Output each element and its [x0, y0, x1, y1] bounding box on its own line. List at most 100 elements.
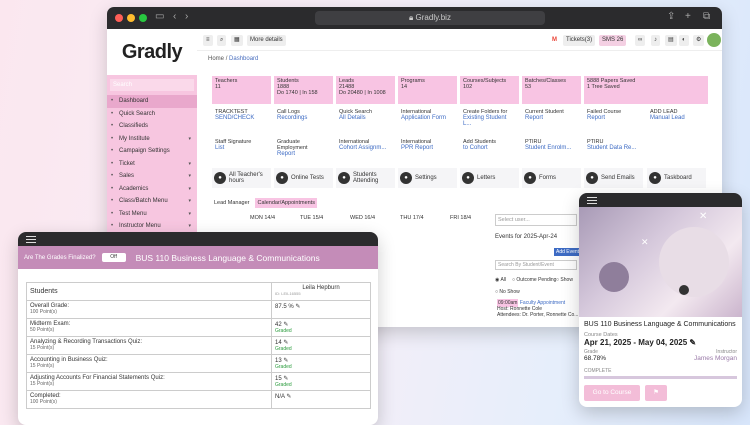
sidebar-item[interactable]: • Instructor Menu ▾ — [107, 220, 197, 233]
link-card[interactable]: PTIRU Student Enrolm... — [522, 137, 581, 165]
link-text[interactable]: All Details — [339, 115, 392, 121]
stat-card[interactable]: Programs 14 — [398, 76, 457, 104]
link-text[interactable]: Student Data Re... — [587, 145, 640, 151]
link-text[interactable]: PPR Report — [401, 145, 454, 151]
link-card[interactable]: Quick Search All Details — [336, 107, 395, 135]
filter-radio[interactable]: ○ Show — [556, 277, 573, 283]
link-icon[interactable]: ∞ — [635, 35, 646, 46]
quick-action-button[interactable]: ● Forms — [522, 168, 581, 188]
link-card[interactable]: Call Logs Recordings — [274, 107, 333, 135]
stat-card[interactable]: 5888 Papers Saved 1 Tree Saved — [584, 76, 708, 104]
tabs-overview-icon[interactable]: ⧉ — [703, 11, 710, 22]
calendar-day-header[interactable]: THU 17/4 — [400, 215, 424, 221]
breadcrumb-current[interactable]: Dashboard — [229, 56, 258, 62]
hamburger-menu-icon[interactable] — [26, 236, 36, 245]
link-text[interactable]: SEND/CHECK — [215, 115, 268, 121]
back-icon[interactable]: ‹ — [173, 11, 176, 22]
grade-cell[interactable]: 42 ✎ Graded — [271, 318, 371, 337]
calendar-icon[interactable]: ▤ — [665, 35, 677, 46]
gmail-icon[interactable]: M — [549, 35, 560, 46]
filter-radio[interactable]: ○ No Show — [495, 289, 520, 295]
grade-cell[interactable]: 87.5 % ✎ — [271, 300, 371, 319]
event-search-input[interactable]: Search By Student/Event — [495, 260, 577, 270]
settings-icon[interactable]: ⚙ — [693, 35, 705, 46]
tickets-button[interactable]: Tickets(3) — [563, 35, 596, 46]
menu-icon[interactable]: ≡ — [203, 35, 213, 46]
stat-card[interactable]: Courses/Subjects 102 — [460, 76, 519, 104]
breadcrumb-home[interactable]: Home — [208, 56, 224, 62]
calendar-day-header[interactable]: WED 16/4 — [350, 215, 375, 221]
grade-cell[interactable]: 14 ✎ Graded — [271, 336, 371, 355]
new-tab-icon[interactable]: + — [685, 11, 691, 22]
add-event-button[interactable]: Add Event — [554, 248, 582, 256]
share-icon[interactable]: ⇪ — [667, 11, 675, 22]
instructor-name[interactable]: James Morgan — [694, 355, 737, 362]
link-text[interactable]: Recordings — [277, 115, 330, 121]
address-bar[interactable]: 🔒︎ Gradly.biz — [315, 11, 545, 25]
close-icon[interactable]: ✕ — [699, 211, 707, 222]
link-card[interactable]: International Cohort Assignm... — [336, 137, 395, 165]
grade-cell[interactable]: 15 ✎ Graded — [271, 372, 371, 391]
avatar[interactable] — [707, 33, 721, 47]
logo-container[interactable]: Gradly — [107, 29, 197, 75]
notification-icon[interactable]: ♪ — [651, 35, 660, 46]
link-text[interactable]: Report — [277, 151, 330, 157]
link-card[interactable]: Add Students to Cohort — [460, 137, 519, 165]
sidebar-item[interactable]: • My Institute ▾ — [107, 133, 197, 146]
grid-icon[interactable]: ▦ — [231, 35, 243, 46]
quick-action-button[interactable]: ● Send Emails — [584, 168, 643, 188]
grade-cell[interactable]: N/A ✎ — [271, 390, 371, 409]
tab-calendar[interactable]: Calendar/Appointments — [255, 198, 317, 208]
link-card[interactable]: Create Folders for Existing Student L... — [460, 107, 519, 135]
stat-card[interactable]: Teachers 11 — [212, 76, 271, 104]
stat-card[interactable]: Batches/Classes 53 — [522, 76, 581, 104]
stat-card[interactable]: Leads 21488 Do 20480 | In 1008 — [336, 76, 395, 104]
calendar-day-header[interactable]: MON 14/4 — [250, 215, 275, 221]
search-icon[interactable]: ⌕ — [217, 35, 227, 46]
edit-icon[interactable]: ✎ — [295, 304, 300, 310]
sidebar-item[interactable]: • Test Menu ▾ — [107, 208, 197, 221]
grade-cell[interactable]: 13 ✎ Graded — [271, 354, 371, 373]
go-to-course-button[interactable]: Go to Course — [584, 385, 640, 401]
theme-icon[interactable]: ◐ — [679, 35, 689, 46]
minimize-window-button[interactable] — [127, 14, 135, 22]
edit-icon[interactable]: ✎ — [286, 394, 291, 400]
link-text[interactable]: List — [215, 145, 268, 151]
link-text[interactable]: Cohort Assignm... — [339, 145, 392, 151]
sidebar-item[interactable]: • Class/Batch Menu ▾ — [107, 195, 197, 208]
link-text[interactable]: Application Form — [401, 115, 454, 121]
quick-action-button[interactable]: ● Letters — [460, 168, 519, 188]
quick-action-button[interactable]: ● Online Tests — [274, 168, 333, 188]
sidebar-item[interactable]: • Dashboard — [107, 95, 197, 108]
sidebar-item[interactable]: • Sales ▾ — [107, 170, 197, 183]
stat-card[interactable]: Students 1888 Do 1740 | In 158 — [274, 76, 333, 104]
filter-radio[interactable]: ◉ All — [495, 277, 506, 283]
link-text[interactable]: Student Enrolm... — [525, 145, 578, 151]
sidebar-item[interactable]: • Academics ▾ — [107, 183, 197, 196]
link-card[interactable]: Graduate Employment Report — [274, 137, 333, 165]
sidebar-toggle-icon[interactable]: ▭ — [155, 11, 164, 22]
quick-action-button[interactable]: ● Taskboard — [647, 168, 706, 188]
calendar-day-header[interactable]: FRI 18/4 — [450, 215, 471, 221]
filter-radio[interactable]: ○ Outcome Pending — [512, 277, 556, 283]
sidebar-item[interactable]: • Ticket ▾ — [107, 158, 197, 171]
close-window-button[interactable] — [115, 14, 123, 22]
link-text[interactable]: Existing Student L... — [463, 115, 516, 127]
sidebar-item[interactable]: • Classifieds — [107, 120, 197, 133]
link-card[interactable]: ADD LEAD Manual Lead — [647, 107, 706, 135]
calendar-day-header[interactable]: TUE 15/4 — [300, 215, 323, 221]
maximize-window-button[interactable] — [139, 14, 147, 22]
link-text[interactable]: Manual Lead — [650, 115, 703, 121]
link-card[interactable]: Staff Signature List — [212, 137, 271, 165]
tab-lead-manager[interactable]: Lead Manager — [212, 198, 251, 208]
event-item[interactable]: 09:00am Faculty Appointment Host: Ronnet… — [497, 299, 578, 318]
flag-button[interactable]: ⚑ — [645, 385, 667, 401]
grades-finalized-toggle[interactable]: Off — [101, 253, 126, 262]
link-text[interactable]: Report — [587, 115, 640, 121]
edit-icon[interactable]: ✎ — [689, 338, 696, 347]
link-card[interactable]: Current Student Report — [522, 107, 581, 135]
sms-button[interactable]: SMS 26 — [599, 35, 627, 46]
sidebar-item[interactable]: • Quick Search — [107, 108, 197, 121]
select-user-dropdown[interactable]: Select user... — [495, 214, 577, 226]
link-text[interactable]: to Cohort — [463, 145, 516, 151]
